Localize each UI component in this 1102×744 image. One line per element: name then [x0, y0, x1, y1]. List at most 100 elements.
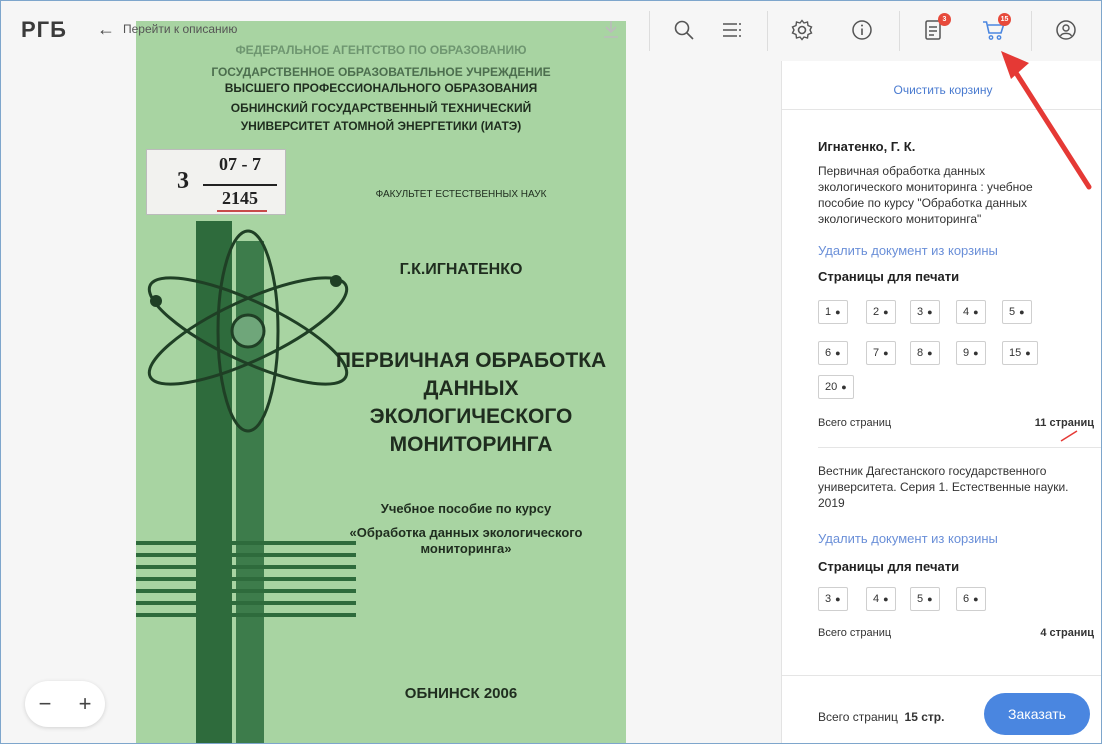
info-icon[interactable]	[847, 15, 877, 45]
page-chip-number: 3	[917, 306, 924, 318]
viewer-toolbar: РГБ ← Перейти к описанию 3 15	[1, 1, 1101, 61]
doc2-total-label: Всего страниц	[818, 627, 892, 639]
profile-icon[interactable]	[1051, 15, 1081, 45]
orders-icon[interactable]: 3	[919, 13, 951, 45]
drop-icon: ●	[973, 307, 979, 317]
cover-line-higher: ВЫСШЕГО ПРОФЕССИОНАЛЬНОГО ОБРАЗОВАНИЯ	[224, 81, 538, 95]
toolbar-divider	[1031, 11, 1032, 51]
toolbar-divider	[899, 11, 900, 51]
page-chip[interactable]: 3 ●	[910, 300, 940, 324]
doc1-title-line4: экологического мониторинга"	[818, 212, 982, 226]
cover-stripe	[136, 565, 356, 569]
drop-icon: ●	[1019, 307, 1025, 317]
doc2-pages-header: Страницы для печати	[818, 559, 960, 574]
drop-icon: ●	[835, 594, 841, 604]
page-chip[interactable]: 4 ●	[866, 587, 896, 611]
doc2-total-row: Всего страниц 4 страниц	[818, 627, 1094, 639]
cover-author: Г.К.ИГНАТЕНКО	[399, 261, 523, 278]
cover-title-line1: ПЕРВИЧНАЯ ОБРАБОТКА	[335, 349, 607, 372]
page-chip-number: 3	[825, 593, 832, 605]
zoom-out-button[interactable]: −	[39, 691, 52, 717]
page-chip[interactable]: 1 ●	[818, 300, 848, 324]
doc1-remove-link[interactable]: Удалить документ из корзины	[818, 243, 998, 258]
grand-total-label: Всего страниц	[818, 710, 898, 724]
doc1-total-value: 11 страниц	[1034, 417, 1094, 429]
page-chip[interactable]: 3 ●	[818, 587, 848, 611]
drop-icon: ●	[883, 594, 889, 604]
clear-cart-link[interactable]: Очистить корзину	[782, 83, 1101, 97]
drop-icon: ●	[973, 594, 979, 604]
drop-icon: ●	[835, 348, 841, 358]
book-cover-page: ФЕДЕРАЛЬНОЕ АГЕНТСТВО ПО ОБРАЗОВАНИЮ ГОС…	[136, 21, 626, 743]
page-chip-number: 6	[825, 347, 832, 359]
page-chip-number: 6	[963, 593, 970, 605]
contents-icon[interactable]	[717, 15, 747, 45]
page-chip[interactable]: 8 ●	[910, 341, 940, 365]
doc1-title-line1: Первичная обработка данных	[818, 164, 986, 178]
zoom-in-button[interactable]: +	[79, 691, 92, 717]
settings-icon[interactable]	[787, 15, 817, 45]
doc1-total-label: Всего страниц	[818, 417, 892, 429]
back-to-description-link[interactable]: ← Перейти к описанию	[97, 19, 238, 39]
doc1-pages-header: Страницы для печати	[818, 269, 960, 284]
search-icon[interactable]	[669, 15, 699, 45]
cart-grand-total: Всего страниц 15 стр.	[818, 710, 944, 724]
cover-title-line4: МОНИТОРИНГА	[389, 433, 553, 456]
cover-faculty: ФАКУЛЬТЕТ ЕСТЕСТВЕННЫХ НАУК	[375, 189, 547, 200]
page-chip-number: 15	[1009, 347, 1022, 359]
order-button[interactable]: Заказать	[984, 693, 1090, 735]
stamp-top: 07 - 7	[219, 154, 261, 174]
drop-icon: ●	[927, 307, 933, 317]
doc2-remove-link[interactable]: Удалить документ из корзины	[818, 531, 998, 546]
page-chip-number: 4	[873, 593, 880, 605]
cart-icon[interactable]: 15	[979, 13, 1011, 45]
doc2-title-line3: 2019	[818, 496, 845, 510]
drop-icon: ●	[927, 348, 933, 358]
rgb-logo[interactable]: РГБ	[21, 17, 67, 43]
page-chip[interactable]: 2 ●	[866, 300, 896, 324]
page-chip-number: 9	[963, 347, 970, 359]
panel-divider	[818, 447, 1101, 448]
toolbar-divider	[767, 11, 768, 51]
drop-icon: ●	[1025, 348, 1031, 358]
doc2-title-line1: Вестник Дагестанского государственного	[818, 464, 1047, 478]
toolbar-divider	[649, 11, 650, 51]
page-chip[interactable]: 6 ●	[956, 587, 986, 611]
orders-count-badge: 3	[938, 13, 951, 26]
drop-icon: ●	[835, 307, 841, 317]
arrow-left-icon: ←	[97, 19, 115, 39]
page-chip[interactable]: 5 ●	[910, 587, 940, 611]
cover-line-university2: УНИВЕРСИТЕТ АТОМНОЙ ЭНЕРГЕТИКИ (ИАТЭ)	[240, 119, 522, 133]
library-stamp: 3 07 - 7 2145	[146, 149, 286, 215]
zoom-controls: − +	[25, 681, 105, 727]
page-chip[interactable]: 4 ●	[956, 300, 986, 324]
stamp-left: 3	[177, 168, 189, 194]
page-chip-number: 5	[1009, 306, 1016, 318]
page-chip[interactable]: 5 ●	[1002, 300, 1032, 324]
stamp-bottom: 2145	[203, 184, 277, 209]
cover-stripe	[136, 601, 356, 605]
back-label: Перейти к описанию	[123, 22, 238, 36]
cover-title-line2: ДАННЫХ	[423, 377, 519, 400]
cover-city-year: ОБНИНСК 2006	[404, 685, 518, 702]
cover-stripe	[136, 589, 356, 593]
page-chip-number: 8	[917, 347, 924, 359]
page-chip[interactable]: 6 ●	[818, 341, 848, 365]
doc1-title-line3: пособие по курсу "Обработка данных	[818, 196, 1027, 210]
grand-total-value: 15 стр.	[904, 710, 945, 724]
page-chip[interactable]: 7 ●	[866, 341, 896, 365]
page-chip-number: 7	[873, 347, 880, 359]
page-chip[interactable]: 20 ●	[818, 375, 854, 399]
page-chip[interactable]: 15 ●	[1002, 341, 1038, 365]
doc1-title-line2: экологического мониторинга : учебное	[818, 180, 1033, 194]
cover-subtitle-line3: мониторинга»	[420, 541, 512, 556]
drop-icon: ●	[883, 307, 889, 317]
cover-subtitle-line2: «Обработка данных экологического	[349, 525, 583, 540]
cover-stripe	[136, 613, 356, 617]
panel-divider	[782, 109, 1101, 110]
page-chip[interactable]: 9 ●	[956, 341, 986, 365]
doc2-total-value: 4 страниц	[1040, 627, 1094, 639]
app-frame: ФЕДЕРАЛЬНОЕ АГЕНТСТВО ПО ОБРАЗОВАНИЮ ГОС…	[0, 0, 1102, 744]
cover-line-institution: ГОСУДАРСТВЕННОЕ ОБРАЗОВАТЕЛЬНОЕ УЧРЕЖДЕН…	[211, 65, 551, 79]
download-icon[interactable]	[599, 17, 623, 41]
